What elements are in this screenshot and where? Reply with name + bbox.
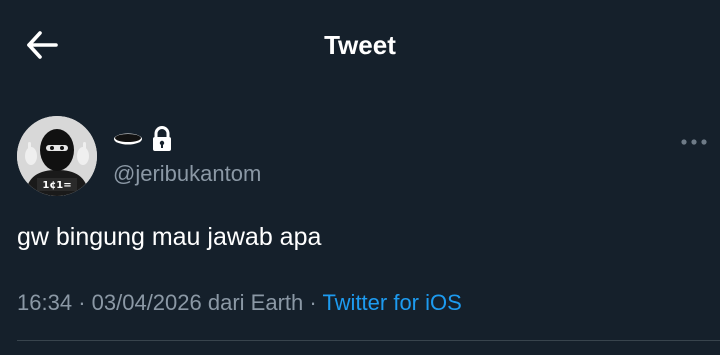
user-handle[interactable]: @jeribukantom [113,160,261,188]
display-name-row[interactable] [113,124,173,154]
tweet-date: 03/04/2026 [91,290,202,315]
divider [17,340,720,341]
tweet-location: Earth [250,290,304,315]
tweet-time: 16:34 [17,290,73,315]
more-horizontal-icon [681,139,707,145]
page-title: Tweet [324,30,396,60]
tweet-text: gw bingung mau jawab apa [17,223,322,251]
avatar[interactable]: 1¢1= [17,116,97,196]
lock-icon [151,126,173,152]
avatar-caption: 1¢1= [42,180,71,191]
ellipse-glyph-icon [113,132,143,146]
meta-separator-2: · [309,290,317,315]
avatar-image: 1¢1= [17,116,97,196]
tweet-source-link[interactable]: Twitter for iOS [322,290,461,315]
app-header: Tweet [0,0,720,90]
location-prefix: dari [207,290,251,315]
tweet-meta: 16:34 · 03/04/2026 dari Earth · Twitter … [17,288,462,318]
more-options-button[interactable] [676,132,712,152]
meta-separator: · [78,290,86,315]
